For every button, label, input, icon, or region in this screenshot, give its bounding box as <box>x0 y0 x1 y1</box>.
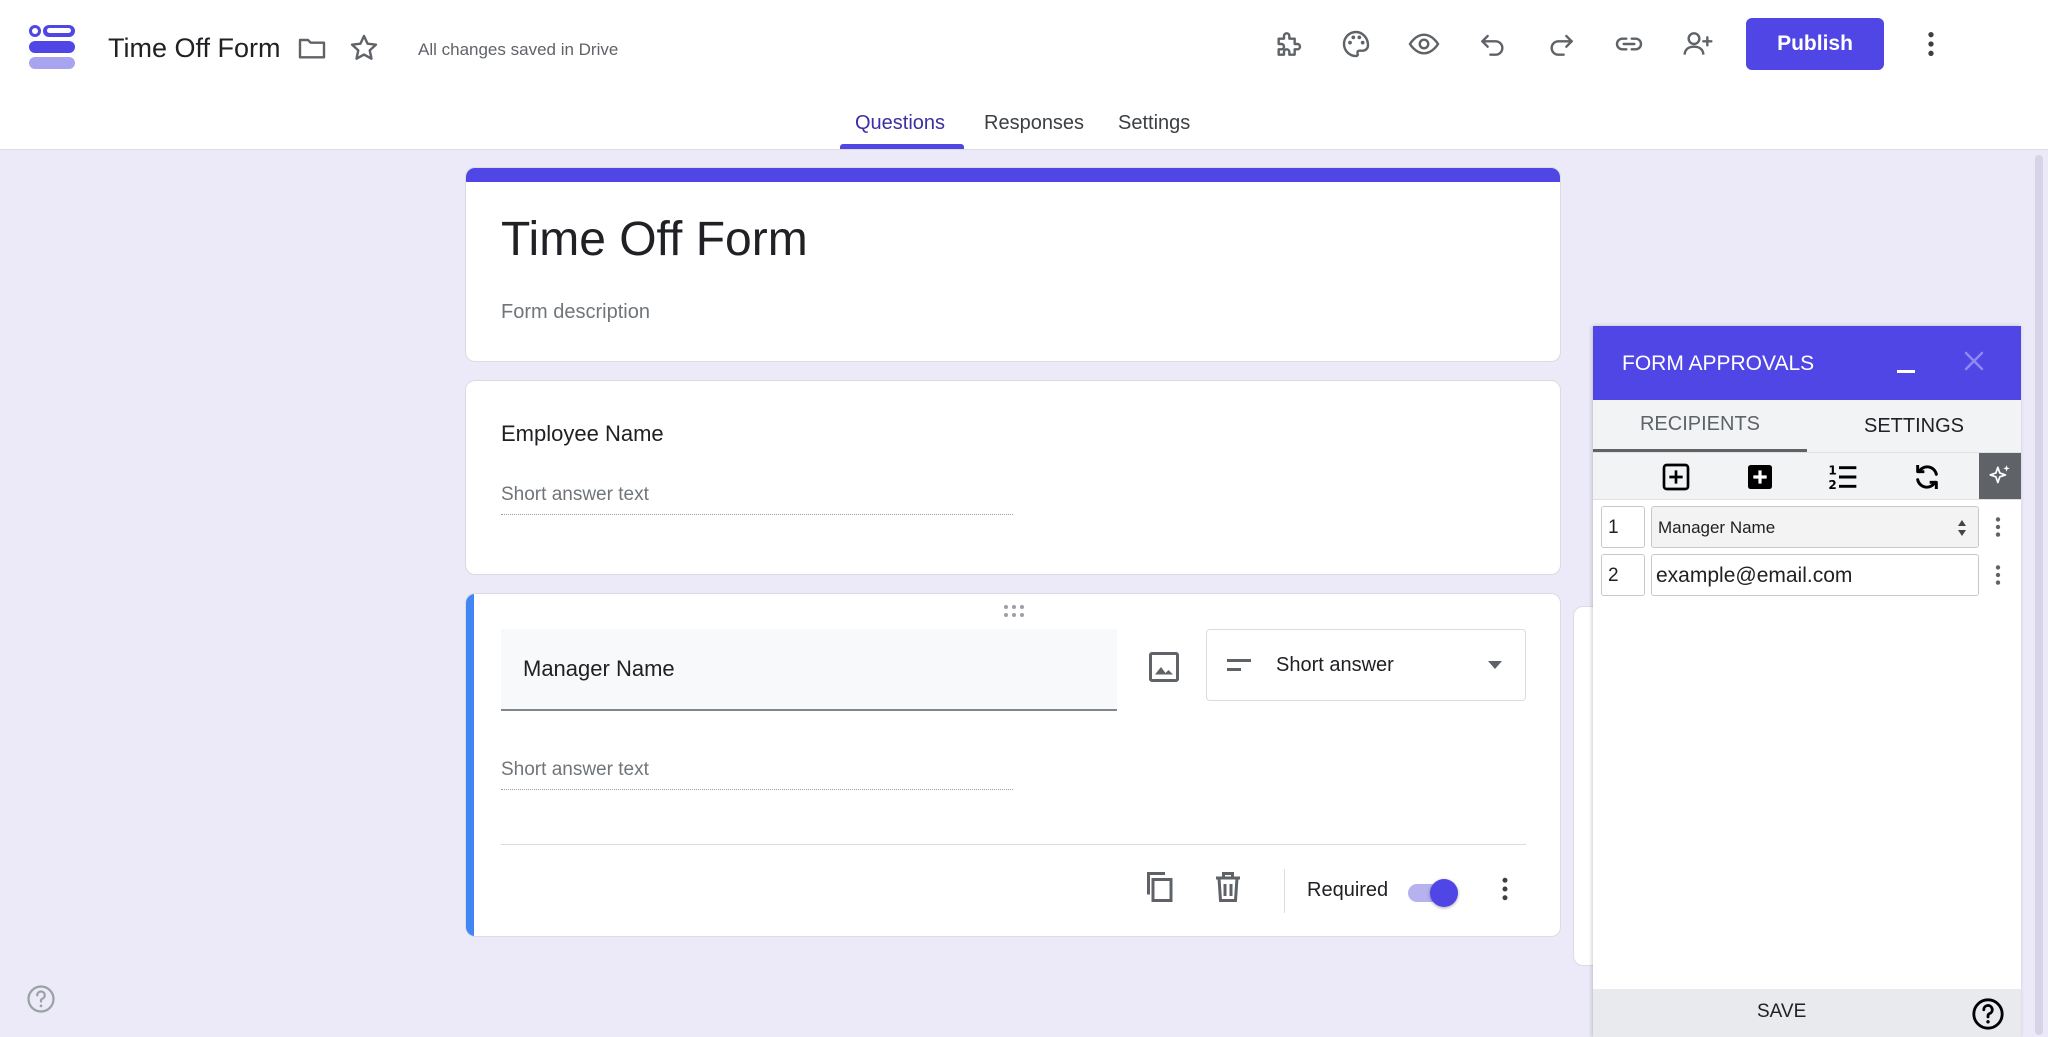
top-bar: Time Off Form All changes saved in Drive… <box>0 0 2048 150</box>
add-recipient-filled-icon[interactable] <box>1744 461 1776 493</box>
panel-title: FORM APPROVALS <box>1622 352 1815 375</box>
panel-tabs: RECIPIENTS SETTINGS <box>1593 400 2021 452</box>
required-toggle[interactable] <box>1404 878 1458 907</box>
form-title[interactable]: Time Off Form <box>501 212 808 267</box>
preview-icon[interactable] <box>1406 26 1442 62</box>
toggle-knob <box>1430 879 1458 907</box>
add-collaborator-icon[interactable] <box>1680 26 1716 62</box>
question-type-dropdown[interactable]: Short answer <box>1206 629 1526 701</box>
more-vert-icon[interactable] <box>1913 26 1949 62</box>
add-recipient-outline-icon[interactable] <box>1660 461 1692 493</box>
publish-button[interactable]: Publish <box>1746 18 1884 70</box>
title-card-accent <box>466 168 1560 182</box>
recipients-toolbar: 12 <box>1593 452 2021 500</box>
add-image-icon[interactable] <box>1146 649 1182 685</box>
question-more-icon[interactable] <box>1490 872 1520 906</box>
chevron-down-icon <box>1488 661 1502 669</box>
palette-icon[interactable] <box>1338 26 1374 62</box>
save-button[interactable]: SAVE <box>1757 1001 1806 1023</box>
save-status: All changes saved in Drive <box>418 40 619 59</box>
question-card-employee-name[interactable]: Employee Name Short answer text <box>465 380 1561 575</box>
short-answer-placeholder: Short answer text <box>501 759 1013 790</box>
redo-icon[interactable] <box>1543 26 1579 62</box>
recipient-more-icon[interactable] <box>1985 558 2011 592</box>
recipient-order-input[interactable]: 2 <box>1601 554 1645 596</box>
magic-icon[interactable] <box>1979 453 2021 499</box>
folder-icon[interactable] <box>296 32 328 64</box>
recipient-row: 1 Manager Name <box>1601 506 2013 548</box>
link-icon[interactable] <box>1611 26 1647 62</box>
recipient-field-select[interactable]: Manager Name <box>1651 506 1979 548</box>
delete-icon[interactable] <box>1210 869 1246 905</box>
tab-questions[interactable]: Questions <box>855 112 945 135</box>
form-tabs: Questions Responses Settings <box>0 108 2048 150</box>
tab-responses[interactable]: Responses <box>984 112 1084 135</box>
form-description-input[interactable]: Form description <box>501 301 650 324</box>
required-label: Required <box>1307 879 1389 901</box>
refresh-icon[interactable] <box>1911 461 1943 493</box>
recipient-order-input[interactable]: 1 <box>1601 506 1645 548</box>
form-title-card[interactable]: Time Off Form Form description <box>465 167 1561 362</box>
page-scrollbar[interactable] <box>2035 155 2043 1035</box>
forms-logo-icon[interactable] <box>28 24 80 70</box>
svg-text:2: 2 <box>1828 478 1836 492</box>
document-title[interactable]: Time Off Form <box>108 33 281 64</box>
recipient-select-value: Manager Name <box>1658 518 1776 537</box>
minimize-icon[interactable] <box>1891 350 1921 380</box>
question-footer-divider <box>501 844 1526 845</box>
duplicate-icon[interactable] <box>1141 869 1177 905</box>
close-icon[interactable] <box>1959 346 1989 376</box>
question-card-manager-name[interactable]: Manager Name Short answer Short answer t… <box>465 593 1561 937</box>
recipient-email-input[interactable]: example@email.com <box>1651 554 1979 596</box>
question-title-input[interactable]: Manager Name <box>501 629 1117 711</box>
svg-text:1: 1 <box>1828 463 1836 477</box>
page-help-icon[interactable] <box>26 984 56 1014</box>
undo-icon[interactable] <box>1475 26 1511 62</box>
tab-recipients[interactable]: RECIPIENTS <box>1593 400 1807 452</box>
question-type-label: Short answer <box>1276 654 1394 676</box>
form-approvals-panel: FORM APPROVALS RECIPIENTS SETTINGS 12 1 … <box>1593 326 2021 1037</box>
panel-header: FORM APPROVALS <box>1593 326 2021 400</box>
tab-panel-settings[interactable]: SETTINGS <box>1807 400 2021 452</box>
addons-icon[interactable] <box>1270 26 1306 62</box>
short-answer-icon <box>1227 659 1251 671</box>
recipient-row: 2 example@email.com <box>1601 554 2013 596</box>
recipient-more-icon[interactable] <box>1985 510 2011 544</box>
panel-footer: SAVE <box>1593 989 2021 1037</box>
drag-handle-icon[interactable] <box>1002 604 1026 618</box>
tab-settings[interactable]: Settings <box>1118 112 1190 135</box>
select-arrows-icon <box>1958 520 1966 536</box>
help-icon[interactable] <box>1971 997 2005 1031</box>
short-answer-placeholder: Short answer text <box>501 484 1013 515</box>
numbered-list-icon[interactable]: 12 <box>1827 461 1859 493</box>
footer-separator <box>1284 869 1285 913</box>
active-tab-indicator <box>840 144 964 149</box>
question-title: Employee Name <box>501 421 664 446</box>
star-icon[interactable] <box>348 32 380 64</box>
active-question-indicator <box>466 594 474 936</box>
